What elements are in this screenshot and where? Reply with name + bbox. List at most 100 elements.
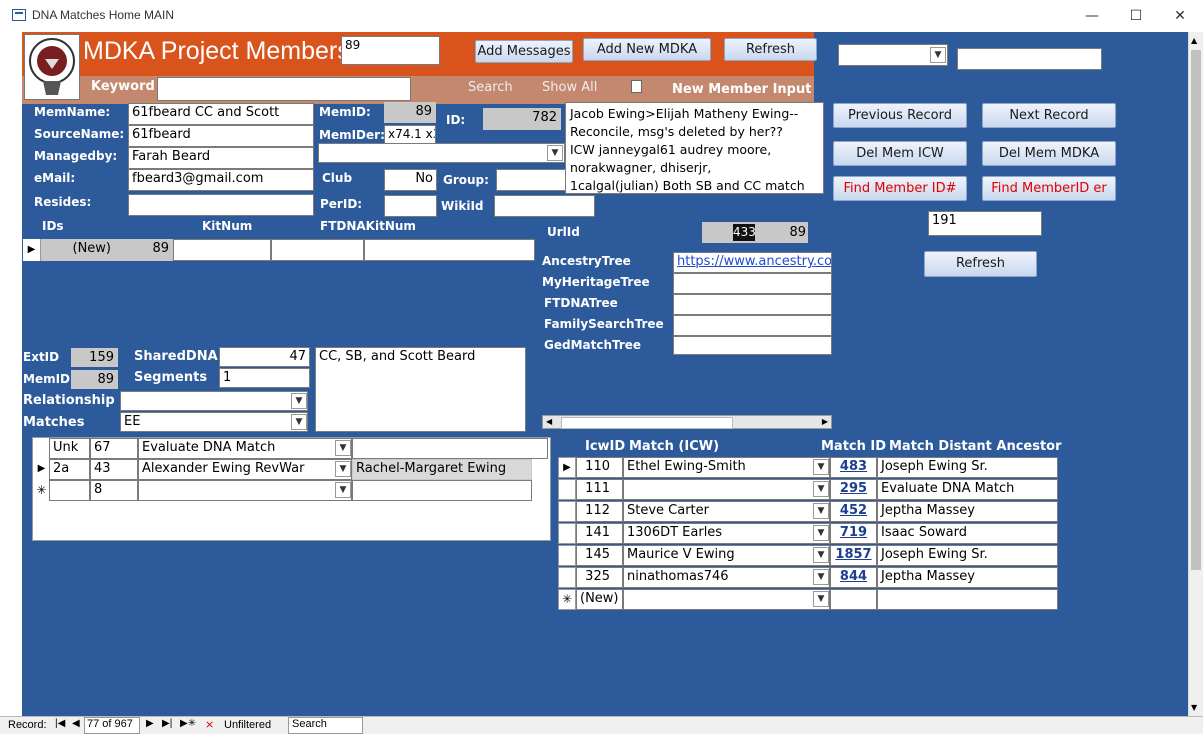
ancestor-cell-b[interactable]: 67	[90, 438, 138, 459]
icw-id-cell[interactable]: 112	[576, 501, 623, 522]
icw-matchid-link[interactable]: 295	[830, 479, 877, 500]
maximize-button[interactable]: ☐	[1114, 4, 1158, 28]
perid-field[interactable]	[384, 195, 437, 217]
chevron-down-icon[interactable]: ▼	[813, 525, 829, 541]
urlid-a[interactable]: 433	[733, 224, 756, 241]
document-icon[interactable]	[631, 80, 642, 93]
del-mem-mdka-button[interactable]: Del Mem MDKA	[982, 141, 1116, 166]
icw-match-cell[interactable]: 1306DT Earles	[623, 523, 830, 544]
memname-field[interactable]: 61fbeard CC and Scott	[128, 103, 314, 125]
add-new-mdka-button[interactable]: Add New MDKA	[583, 38, 711, 61]
icw-ancestor-cell[interactable]: Joseph Ewing Sr.	[877, 545, 1058, 566]
row-selector[interactable]	[558, 501, 576, 522]
minimize-button[interactable]: —	[1070, 4, 1114, 28]
icw-new-matchid-cell[interactable]	[830, 589, 877, 610]
ftdnatree-field[interactable]	[673, 294, 832, 315]
lookup-field[interactable]: 191	[928, 211, 1042, 236]
shared-comment-memo[interactable]: CC, SB, and Scott Beard	[315, 347, 526, 432]
row-selector[interactable]	[558, 479, 576, 500]
myheritagetree-field[interactable]	[673, 273, 832, 294]
find-member-id-button[interactable]: Find Member ID#	[833, 176, 967, 201]
chevron-down-icon[interactable]: ▼	[335, 440, 351, 456]
ancestor-cell-a[interactable]: Unk	[49, 438, 90, 459]
chevron-down-icon[interactable]: ▼	[813, 569, 829, 585]
icw-new-match-cell[interactable]	[623, 589, 830, 610]
group-field[interactable]	[496, 169, 566, 191]
managedby-field[interactable]: Farah Beard	[128, 147, 314, 169]
icw-matchid-link[interactable]: 844	[830, 567, 877, 588]
ancestor-cell-d[interactable]	[352, 480, 532, 501]
icw-ancestor-cell[interactable]: Jeptha Massey	[877, 567, 1058, 588]
status-search-input[interactable]: Search	[288, 717, 363, 734]
ancestor-cell-c[interactable]: Alexander Ewing RevWar	[138, 459, 352, 480]
icw-id-cell[interactable]: 110	[576, 457, 623, 478]
extra-cell[interactable]	[364, 239, 535, 261]
row-selector[interactable]	[33, 438, 50, 458]
icw-id-cell[interactable]: 141	[576, 523, 623, 544]
memid-field[interactable]: 89	[384, 102, 436, 123]
close-button[interactable]: ✕	[1158, 4, 1202, 28]
new-member-input-link[interactable]: New Member Input	[672, 82, 811, 97]
chevron-down-icon[interactable]: ▼	[813, 459, 829, 475]
last-record-button[interactable]: ▶|	[162, 718, 172, 729]
ancestor-cell-d[interactable]	[352, 438, 548, 459]
icw-match-cell[interactable]: Maurice V Ewing	[623, 545, 830, 566]
row-selector[interactable]	[558, 523, 576, 544]
icw-id-cell[interactable]: 111	[576, 479, 623, 500]
next-record-nav-button[interactable]: ▶	[146, 718, 154, 729]
new-record-button[interactable]: ▶✳	[180, 718, 196, 729]
icw-match-cell[interactable]: Ethel Ewing-Smith	[623, 457, 830, 478]
relationship-combo[interactable]	[120, 391, 308, 411]
icw-new-cell[interactable]: (New)	[576, 589, 623, 610]
add-messages-button[interactable]: Add Messages	[475, 40, 573, 63]
chevron-down-icon[interactable]: ▼	[547, 145, 563, 161]
icw-ancestor-cell[interactable]: Jeptha Massey	[877, 501, 1058, 522]
filter-status[interactable]: Unfiltered	[224, 719, 271, 731]
ancestrytree-link[interactable]: https://www.ancestry.co	[673, 252, 832, 273]
icw-matchid-link[interactable]: 452	[830, 501, 877, 522]
ancestor-cell-a[interactable]	[49, 480, 90, 501]
icw-ancestor-cell[interactable]: Evaluate DNA Match	[877, 479, 1058, 500]
shareddna-field[interactable]: 47	[219, 347, 310, 367]
icw-match-cell[interactable]	[623, 479, 830, 500]
row-selector[interactable]	[558, 545, 576, 566]
first-record-button[interactable]: |◀	[55, 718, 65, 729]
urlid-b[interactable]: 89	[780, 224, 806, 241]
search-link[interactable]: Search	[468, 80, 513, 95]
icw-id-cell[interactable]: 145	[576, 545, 623, 566]
previous-record-nav-button[interactable]: ◀	[72, 718, 80, 729]
icw-id-cell[interactable]: 325	[576, 567, 623, 588]
member-combo[interactable]	[318, 143, 565, 163]
chevron-down-icon[interactable]: ▼	[291, 414, 307, 430]
ids-new-cell[interactable]: (New)	[41, 239, 115, 261]
keyword-input[interactable]	[157, 77, 411, 101]
filter-text-field[interactable]	[957, 48, 1102, 70]
vertical-scrollbar[interactable]: ▲ ▼	[1188, 32, 1203, 716]
chevron-down-icon[interactable]: ▼	[813, 503, 829, 519]
del-mem-icw-button[interactable]: Del Mem ICW	[833, 141, 967, 166]
sourcename-field[interactable]: 61fbeard	[128, 125, 314, 147]
new-row-icon[interactable]: ✳	[33, 480, 50, 500]
icw-matchid-link[interactable]: 1857	[830, 545, 877, 566]
show-all-link[interactable]: Show All	[542, 80, 597, 95]
chevron-down-icon[interactable]: ▼	[813, 547, 829, 563]
header-id-field[interactable]: 89	[341, 36, 440, 65]
email-field[interactable]: fbeard3@gmail.com	[128, 169, 314, 191]
ancestor-cell-d[interactable]: Rachel-Margaret Ewing	[352, 459, 532, 480]
ancestor-cell-c[interactable]	[138, 480, 352, 501]
segments-field[interactable]: 1	[219, 368, 310, 388]
record-position-field[interactable]: 77 of 967	[84, 717, 140, 734]
chevron-down-icon[interactable]: ▼	[335, 482, 351, 498]
row-selector[interactable]	[558, 567, 576, 588]
chevron-down-icon[interactable]: ▼	[930, 47, 946, 63]
icw-ancestor-cell[interactable]: Joseph Ewing Sr.	[877, 457, 1058, 478]
ancestor-cell-b[interactable]: 43	[90, 459, 138, 480]
notes-memo[interactable]: Jacob Ewing>Elijah Matheny Ewing-- Recon…	[565, 102, 824, 194]
extid-field[interactable]: 159	[71, 348, 118, 367]
ancestor-cell-a[interactable]: 2a	[49, 459, 90, 480]
horizontal-scrollbar[interactable]: ◀ ▶	[542, 415, 832, 429]
club-field[interactable]: No	[384, 169, 437, 191]
icw-match-cell[interactable]: ninathomas746	[623, 567, 830, 588]
filter-icon[interactable]: ⨯	[205, 718, 214, 731]
icw-match-cell[interactable]: Steve Carter	[623, 501, 830, 522]
